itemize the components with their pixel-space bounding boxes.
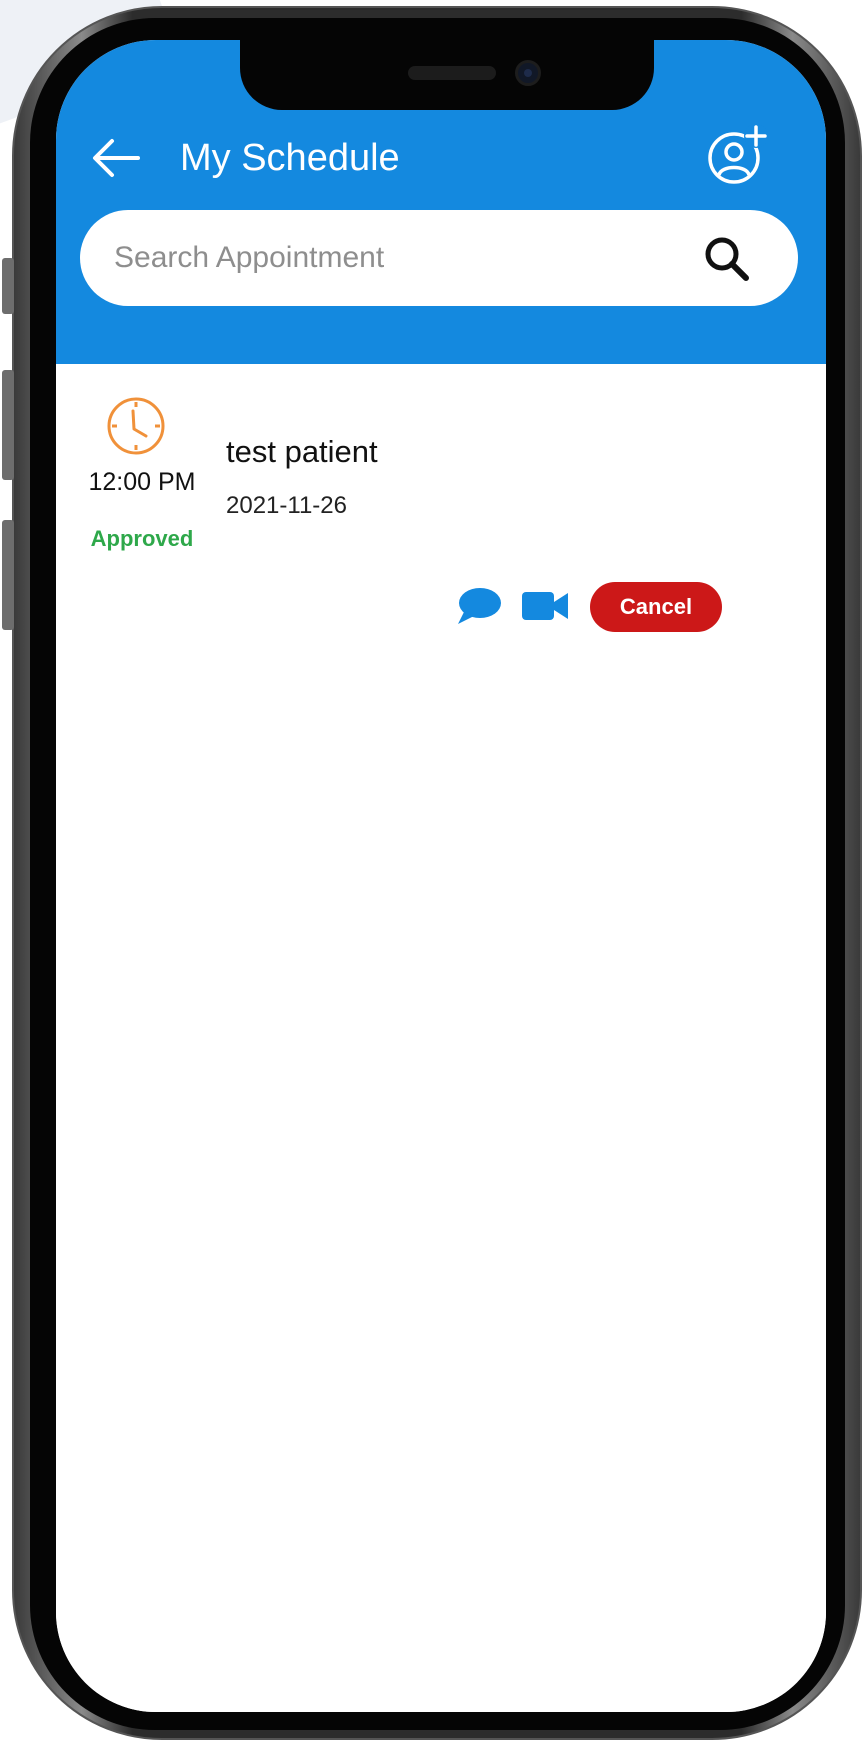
search-icon <box>705 237 749 281</box>
patient-name: test patient <box>226 434 378 469</box>
cancel-button[interactable]: Cancel <box>590 582 722 632</box>
back-button[interactable] <box>86 128 146 188</box>
phone-volume-down-button <box>2 520 14 630</box>
appointment-card[interactable]: 12:00 PM Approved test patient 2021-11-2… <box>56 364 826 936</box>
video-call-button[interactable] <box>520 586 570 626</box>
appointment-date: 2021-11-26 <box>226 492 347 519</box>
video-camera-icon <box>522 592 568 620</box>
phone-volume-up-button <box>2 370 14 480</box>
phone-screen: My Schedule 12:0 <box>56 40 826 1712</box>
add-user-icon <box>708 124 768 184</box>
phone-mute-switch <box>2 258 14 314</box>
add-user-button[interactable] <box>704 122 770 188</box>
front-camera <box>515 60 541 86</box>
earpiece-speaker <box>408 66 496 80</box>
search-button[interactable] <box>700 232 756 288</box>
page-title: My Schedule <box>180 137 400 179</box>
chat-button[interactable] <box>454 586 502 626</box>
appointment-time: 12:00 PM <box>88 468 196 496</box>
chat-bubble-icon <box>458 588 501 624</box>
clock-icon <box>107 397 165 455</box>
appointment-list-empty-area <box>56 654 826 1712</box>
status-badge: Approved <box>90 526 194 551</box>
search-input[interactable] <box>114 230 674 286</box>
search-bar <box>80 210 798 306</box>
arrow-left-icon <box>93 139 140 177</box>
phone-notch <box>240 40 654 110</box>
